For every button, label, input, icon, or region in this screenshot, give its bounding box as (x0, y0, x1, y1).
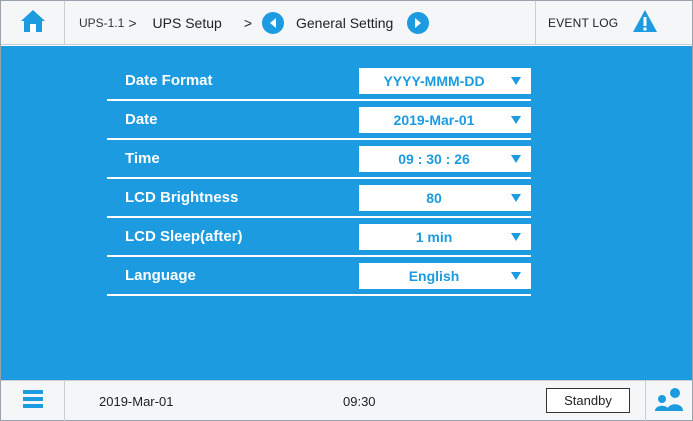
general-setting-panel: Date Format YYYY-MMM-DD Date 2019-Mar-01… (1, 46, 692, 380)
users-icon (654, 387, 684, 416)
select-value: 80 (426, 190, 442, 206)
menu-button[interactable] (1, 381, 65, 421)
dropdown-caret-icon (511, 155, 521, 163)
ups-lcd-screen: UPS-1.1 > UPS Setup > General Setting EV… (0, 0, 693, 421)
setting-row-language: Language English (107, 258, 531, 296)
lcd-brightness-select[interactable]: 80 (359, 185, 531, 211)
setting-label: LCD Brightness (125, 189, 239, 206)
dropdown-caret-icon (511, 194, 521, 202)
warning-icon (632, 9, 658, 38)
select-value: English (408, 268, 460, 284)
setting-row-lcd-brightness: LCD Brightness 80 (107, 180, 531, 218)
language-select[interactable]: English (359, 263, 531, 289)
breadcrumb-separator: > (243, 15, 252, 31)
chevron-left-icon (270, 18, 276, 28)
setting-row-time: Time 09 : 30 : 26 (107, 141, 531, 179)
header-bar: UPS-1.1 > UPS Setup > General Setting EV… (1, 1, 692, 45)
setting-label: Date (125, 111, 158, 128)
dropdown-caret-icon (511, 77, 521, 85)
setting-label: Date Format (125, 72, 213, 89)
dropdown-caret-icon (511, 116, 521, 124)
breadcrumb-separator: > (128, 15, 137, 31)
setting-row-date-format: Date Format YYYY-MMM-DD (107, 63, 531, 101)
date-select[interactable]: 2019-Mar-01 (359, 107, 531, 133)
select-value: 09 : 30 : 26 (398, 151, 470, 167)
setting-label: LCD Sleep(after) (125, 228, 243, 245)
setting-row-lcd-sleep: LCD Sleep(after) 1 min (107, 219, 531, 257)
dropdown-caret-icon (511, 272, 521, 280)
select-value: YYYY-MMM-DD (383, 73, 485, 89)
status-badge: Standby (546, 388, 630, 413)
dropdown-caret-icon (511, 233, 521, 241)
select-value: 1 min (415, 229, 453, 245)
user-login-button[interactable] (645, 381, 692, 421)
chevron-right-icon (415, 18, 422, 28)
status-date: 2019-Mar-01 (99, 394, 174, 409)
select-value: 2019-Mar-01 (393, 112, 475, 128)
page-title: General Setting (296, 15, 394, 31)
time-select[interactable]: 09 : 30 : 26 (359, 146, 531, 172)
setting-label: Time (125, 150, 160, 167)
status-bar: 2019-Mar-01 09:30 Standby (1, 380, 692, 421)
status-time: 09:30 (343, 394, 376, 409)
setting-row-date: Date 2019-Mar-01 (107, 102, 531, 140)
home-button[interactable] (1, 1, 65, 45)
event-log-label: EVENT LOG (548, 16, 619, 30)
date-format-select[interactable]: YYYY-MMM-DD (359, 68, 531, 94)
breadcrumb: UPS-1.1 > UPS Setup > General Setting (65, 1, 535, 45)
lcd-sleep-select[interactable]: 1 min (359, 224, 531, 250)
setting-label: Language (125, 267, 196, 284)
event-log-button[interactable]: EVENT LOG (535, 1, 692, 45)
previous-page-button[interactable] (262, 12, 284, 34)
home-icon (20, 9, 46, 38)
breadcrumb-ups-setup[interactable]: UPS Setup (153, 15, 222, 31)
menu-icon (22, 389, 43, 414)
breadcrumb-device-id[interactable]: UPS-1.1 (79, 16, 124, 30)
next-page-button[interactable] (407, 12, 430, 34)
